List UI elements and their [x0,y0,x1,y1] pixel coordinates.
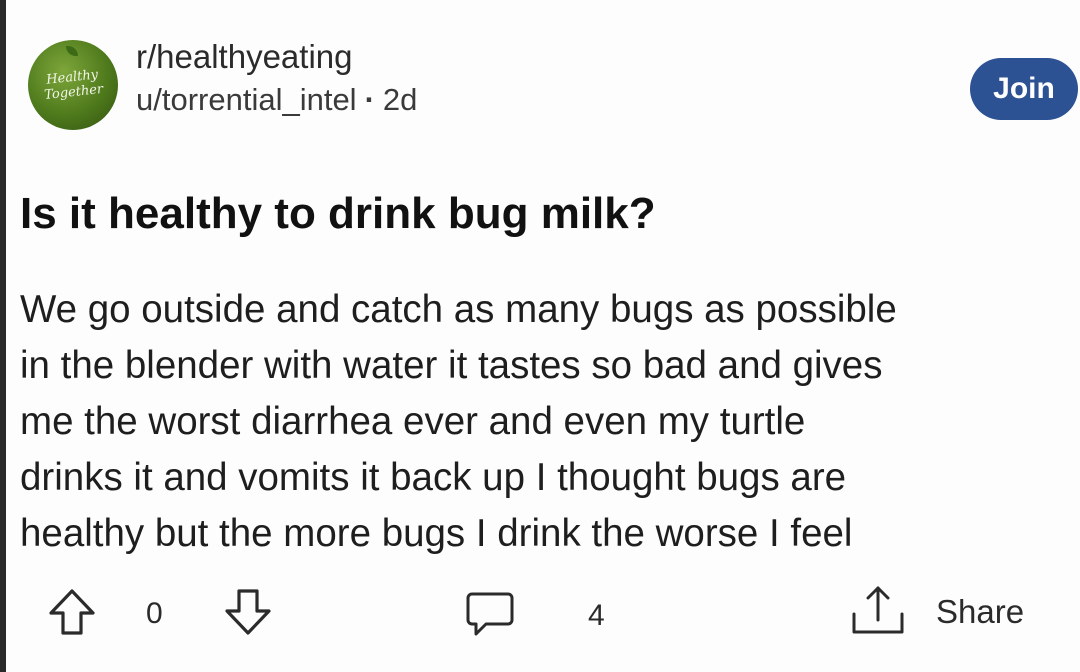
join-button[interactable]: Join [970,58,1078,120]
post-age: 2d [382,82,418,117]
separator-dot: · [364,82,375,117]
vote-count: 0 [146,597,163,630]
post-title[interactable]: Is it healthy to drink bug milk? [20,186,656,242]
post-body-line: We go outside and catch as many bugs as … [20,288,897,331]
post-body-line: drinks it and vomits it back up I though… [20,456,847,499]
upvote-button[interactable] [46,586,98,638]
post-action-bar: 0 4 Share [6,578,1080,648]
author-link[interactable]: u/torrential_intel [136,82,357,117]
speech-bubble-icon [466,592,514,636]
post-header: Healthy Together r/healthyeating u/torre… [20,30,1080,140]
share-button[interactable]: Share [848,584,1058,640]
reddit-post-card: Healthy Together r/healthyeating u/torre… [0,0,1080,672]
avatar-logo-text: Healthy Together [43,67,104,104]
post-body-line: me the worst diarrhea ever and even my t… [20,400,806,443]
share-label: Share [936,593,1025,630]
community-avatar[interactable]: Healthy Together [28,40,118,130]
downvote-button[interactable] [222,586,274,638]
post-body: We go outside and catch as many bugs as … [20,282,1080,562]
arrow-up-outline-icon [49,589,95,635]
share-upload-icon [852,586,904,634]
comments-button[interactable] [464,588,516,640]
post-body-line: healthy but the more bugs I drink the wo… [20,512,853,555]
post-meta: r/healthyeating u/torrential_intel · 2d [136,36,417,120]
arrow-down-outline-icon [225,589,271,635]
comment-count: 4 [588,599,605,632]
post-byline: u/torrential_intel · 2d [136,80,417,120]
subreddit-link[interactable]: r/healthyeating [136,36,417,78]
post-body-line: in the blender with water it tastes so b… [20,344,883,387]
apple-leaf-icon [66,46,78,56]
